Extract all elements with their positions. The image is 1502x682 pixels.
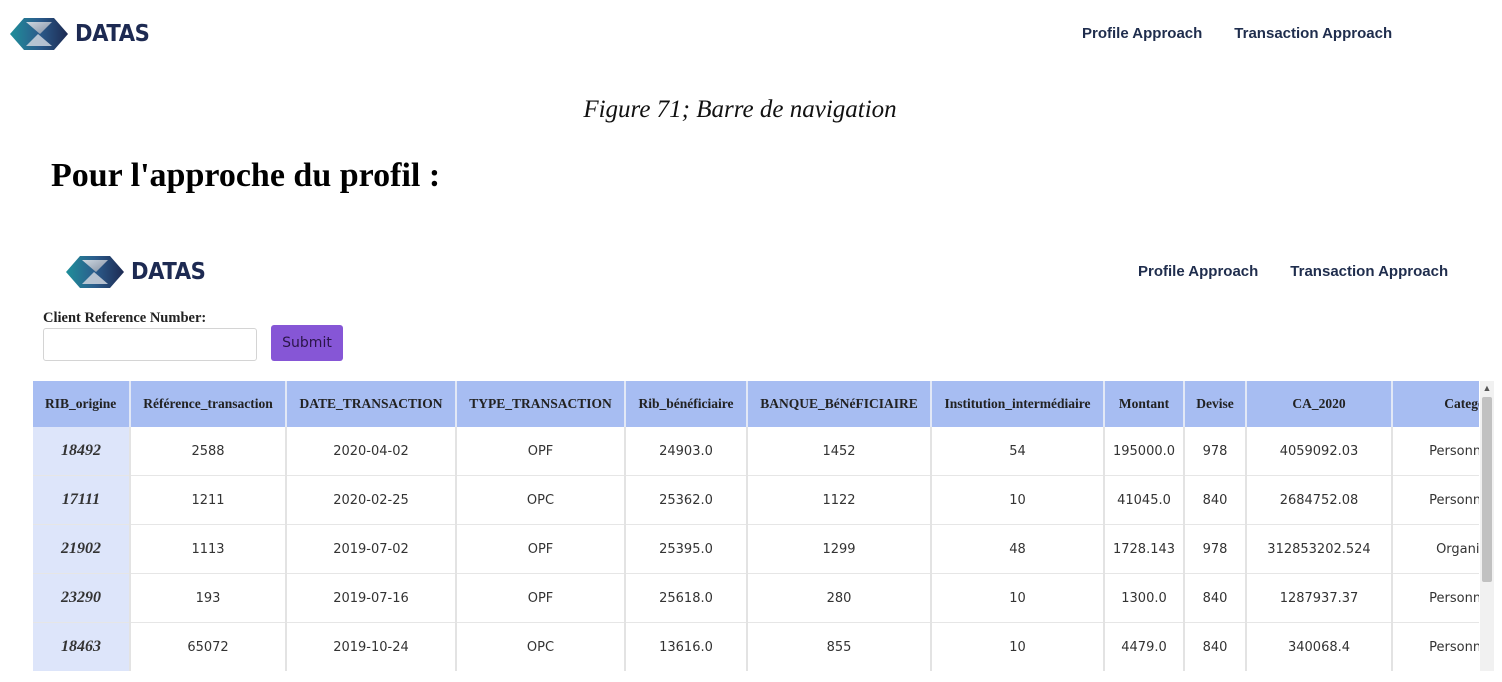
nav-links-2: Profile Approach Transaction Approach xyxy=(1138,263,1448,280)
table-scrollbar[interactable]: ▲ xyxy=(1480,381,1494,671)
table-cell: 10 xyxy=(931,622,1105,671)
table-cell: 2684752.08 xyxy=(1246,475,1393,525)
datas-logo-icon xyxy=(8,14,70,54)
column-header: BANQUE_BéNéFICIAIRE xyxy=(747,381,932,427)
table-cell: 1452 xyxy=(747,427,932,476)
table-cell: 24903.0 xyxy=(625,427,748,476)
table-cell: 840 xyxy=(1184,573,1247,623)
table-cell: 25618.0 xyxy=(625,573,748,623)
table-cell: 4479.0 xyxy=(1104,622,1185,671)
table-cell: 25395.0 xyxy=(625,524,748,574)
scroll-up-arrow-icon[interactable]: ▲ xyxy=(1480,381,1494,395)
table-cell: 193 xyxy=(130,573,287,623)
table-cell: 48 xyxy=(931,524,1105,574)
client-reference-input[interactable] xyxy=(43,328,257,361)
table-row: 18463 65072 2019-10-24 OPC 13616.0 855 10 4479.… xyxy=(33,622,1479,671)
table-row: 17111 1211 2020-02-25 OPC 25362.0 1122 10 41045… xyxy=(33,475,1479,525)
table-cell: 2020-04-02 xyxy=(286,427,457,476)
table-cell: 1113 xyxy=(130,524,287,574)
table-cell: 2019-07-16 xyxy=(286,573,457,623)
table-cell: 10 xyxy=(931,573,1105,623)
table-cell: 340068.4 xyxy=(1246,622,1393,671)
table-cell: 23290 xyxy=(33,573,131,623)
table-cell: 41045.0 xyxy=(1104,475,1185,525)
table-cell: OPC xyxy=(456,475,626,525)
table-row: 23290 193 2019-07-16 OPF 25618.0 280 10 1300.0 8… xyxy=(33,573,1479,623)
table-header-row: RIB_origine Référence_transaction DATE_T… xyxy=(33,381,1479,427)
column-header: Rib_bénéficiaire xyxy=(625,381,748,427)
table-cell: 17111 xyxy=(33,475,131,525)
nav-link-transaction-approach-2[interactable]: Transaction Approach xyxy=(1290,263,1448,280)
table-cell: OPF xyxy=(456,573,626,623)
column-header: Institution_intermédiaire xyxy=(931,381,1105,427)
table-cell: 1299 xyxy=(747,524,932,574)
scrollbar-thumb[interactable] xyxy=(1482,397,1492,582)
table-cell: 1211 xyxy=(130,475,287,525)
table-cell: 1122 xyxy=(747,475,932,525)
table-cell: 18492 xyxy=(33,427,131,476)
table-cell: 54 xyxy=(931,427,1105,476)
nav-link-profile-approach[interactable]: Profile Approach xyxy=(1082,25,1202,42)
table-cell: 1287937.37 xyxy=(1246,573,1393,623)
table-cell: Personne m xyxy=(1392,475,1479,525)
navigation-bar: DATAS Profile Approach Transaction Appro… xyxy=(0,0,1502,70)
table-cell: 21902 xyxy=(33,524,131,574)
profile-approach-page: DATAS Profile Approach Transaction Appro… xyxy=(0,240,1502,682)
column-header: TYPE_TRANSACTION xyxy=(456,381,626,427)
column-header: Montant xyxy=(1104,381,1185,427)
table-cell: 978 xyxy=(1184,524,1247,574)
table-cell: 2019-10-24 xyxy=(286,622,457,671)
section-heading: Pour l'approche du profil : xyxy=(51,157,441,194)
table-cell: 978 xyxy=(1184,427,1247,476)
table-cell: 840 xyxy=(1184,475,1247,525)
transactions-table: RIB_origine Référence_transaction DATE_T… xyxy=(33,381,1479,671)
brand-logo[interactable]: DATAS xyxy=(8,14,156,54)
nav-link-profile-approach-2[interactable]: Profile Approach xyxy=(1138,263,1258,280)
brand-name: DATAS xyxy=(75,21,150,47)
table-cell: 13616.0 xyxy=(625,622,748,671)
table-cell: 1300.0 xyxy=(1104,573,1185,623)
table-cell: 4059092.03 xyxy=(1246,427,1393,476)
table-cell: Personne m xyxy=(1392,427,1479,476)
table-cell: 2019-07-02 xyxy=(286,524,457,574)
column-header: Référence_transaction xyxy=(130,381,287,427)
table-cell: Personne m xyxy=(1392,622,1479,671)
table-cell: 25362.0 xyxy=(625,475,748,525)
table-cell: 18463 xyxy=(33,622,131,671)
table-cell: OPF xyxy=(456,427,626,476)
table-cell: 840 xyxy=(1184,622,1247,671)
brand-name-2: DATAS xyxy=(131,259,206,285)
table-cell: 65072 xyxy=(130,622,287,671)
column-header: RIB_origine xyxy=(33,381,131,427)
nav-link-transaction-approach[interactable]: Transaction Approach xyxy=(1234,25,1392,42)
table-cell: 1728.143 xyxy=(1104,524,1185,574)
datas-logo-icon xyxy=(64,252,126,292)
table-cell: 195000.0 xyxy=(1104,427,1185,476)
figure-caption: Figure 71; Barre de navigation xyxy=(583,96,897,123)
table-cell: OPC xyxy=(456,622,626,671)
client-reference-label: Client Reference Number: xyxy=(43,310,207,326)
table-cell: 10 xyxy=(931,475,1105,525)
column-header: Devise xyxy=(1184,381,1247,427)
table-cell: 280 xyxy=(747,573,932,623)
column-header: DATE_TRANSACTION xyxy=(286,381,457,427)
table-cell: 2588 xyxy=(130,427,287,476)
column-header: Categor xyxy=(1392,381,1479,427)
table-cell: Organism xyxy=(1392,524,1479,574)
table-cell: 855 xyxy=(747,622,932,671)
submit-button[interactable]: Submit xyxy=(271,325,343,361)
brand-logo-2[interactable]: DATAS xyxy=(64,252,212,292)
table-row: 21902 1113 2019-07-02 OPF 25395.0 1299 48 1728.… xyxy=(33,524,1479,574)
table-cell: 2020-02-25 xyxy=(286,475,457,525)
table-cell: OPF xyxy=(456,524,626,574)
table-row: 18492 2588 2020-04-02 OPF 24903.0 1452 54 19500… xyxy=(33,427,1479,476)
column-header: CA_2020 xyxy=(1246,381,1393,427)
table-cell: Personne m xyxy=(1392,573,1479,623)
nav-links: Profile Approach Transaction Approach xyxy=(1082,25,1392,42)
table-cell: 312853202.524 xyxy=(1246,524,1393,574)
